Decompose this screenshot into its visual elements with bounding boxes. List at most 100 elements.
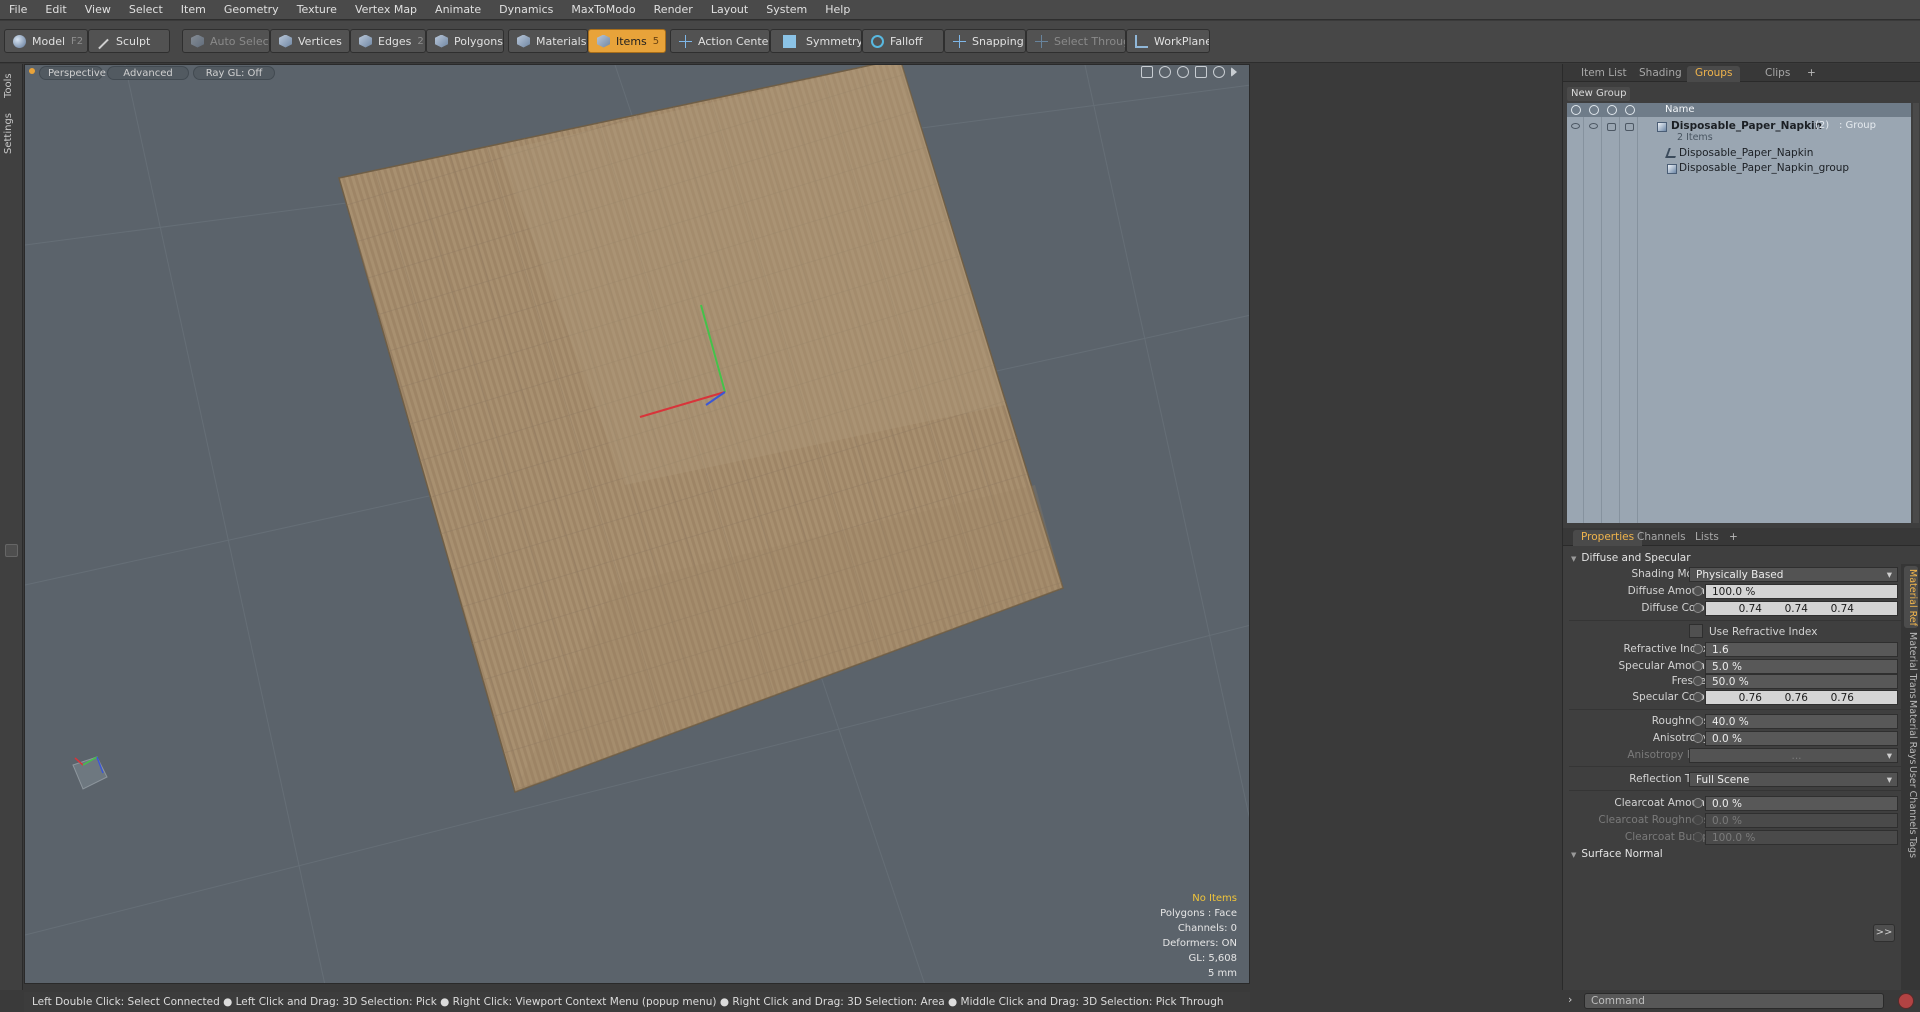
tab-tools[interactable]: Tools (3, 68, 19, 104)
symmetry-button[interactable]: Symmetry (770, 29, 862, 53)
materials-button[interactable]: Materials (508, 29, 588, 53)
shading-model-select[interactable]: Physically Based (1689, 567, 1898, 582)
lock-toggle-icon[interactable] (1607, 123, 1616, 131)
snapping-icon (953, 34, 966, 48)
clearcoat-amount-input[interactable]: 0.0 % (1705, 796, 1898, 811)
menu-item[interactable]: Item (172, 0, 215, 20)
record-button[interactable] (1898, 993, 1914, 1009)
expand-arrow-icon[interactable] (1231, 67, 1237, 77)
viewport-menu-dot[interactable] (29, 68, 35, 74)
pan-icon[interactable] (1141, 66, 1153, 78)
vertices-button[interactable]: Vertices 1 (270, 29, 350, 53)
tab-groups[interactable]: Groups (1687, 66, 1741, 82)
specular-color-anim-dot[interactable] (1693, 692, 1703, 702)
auto-select-label: Auto Select (210, 34, 270, 48)
collapse-toggle[interactable] (5, 544, 18, 557)
visibility-eye-icon[interactable] (1571, 123, 1580, 129)
new-group-button[interactable]: New Group (1567, 87, 1631, 101)
name-column-header[interactable]: Name (1665, 103, 1695, 117)
menu-geometry[interactable]: Geometry (215, 0, 288, 20)
fresnel-anim-dot[interactable] (1693, 676, 1703, 686)
menu-select[interactable]: Select (120, 0, 172, 20)
tab-channels[interactable]: Channels (1629, 530, 1694, 546)
section-surface-normal[interactable]: Surface Normal (1571, 846, 1662, 862)
menu-dynamics[interactable]: Dynamics (490, 0, 562, 20)
menu-system[interactable]: System (757, 0, 816, 20)
polygons-button[interactable]: Polygons (426, 29, 504, 53)
specular-amount-anim-dot[interactable] (1693, 661, 1703, 671)
maximize-icon[interactable] (1195, 66, 1207, 78)
workplane-button[interactable]: WorkPlane (1126, 29, 1210, 53)
reflection-type-select[interactable]: Full Scene (1689, 772, 1898, 787)
refractive-index-anim-dot[interactable] (1693, 644, 1703, 654)
use-refractive-checkbox[interactable] (1689, 624, 1703, 638)
tab-settings[interactable]: Settings (3, 108, 19, 158)
clearcoat-roughness-anim-dot[interactable] (1693, 815, 1703, 825)
menu-view[interactable]: View (76, 0, 120, 20)
anisotropy-input[interactable]: 0.0 % (1705, 731, 1898, 746)
menu-file[interactable]: File (0, 0, 36, 20)
clearcoat-amount-anim-dot[interactable] (1693, 798, 1703, 808)
view-type-button[interactable]: Perspective (39, 66, 106, 80)
tab-shading[interactable]: Shading (1631, 66, 1690, 82)
menu-edit[interactable]: Edit (36, 0, 75, 20)
model-label: Model (32, 34, 66, 48)
side-tab-tags[interactable]: Tags (1904, 834, 1918, 862)
group-row-root[interactable]: Disposable_Paper_Napkin (2) : Group 2 It… (1567, 120, 1911, 146)
falloff-button[interactable]: Falloff (862, 29, 944, 53)
group-child-row[interactable]: Disposable_Paper_Napkin (1567, 147, 1911, 161)
select-through-button[interactable]: Select Through (1026, 29, 1126, 53)
tree-scrollbar[interactable] (1913, 103, 1919, 523)
tab-clips[interactable]: Clips (1757, 66, 1798, 82)
side-tab-material-trans[interactable]: Material Trans (1904, 632, 1918, 699)
section-diffuse-specular[interactable]: Diffuse and Specular (1571, 550, 1690, 566)
side-tab-user-channels[interactable]: User Channels (1904, 766, 1918, 835)
menu-animate[interactable]: Animate (426, 0, 490, 20)
tab-add[interactable]: + (1721, 530, 1746, 546)
zoom-icon[interactable] (1177, 66, 1189, 78)
raygl-toggle[interactable]: Ray GL: Off (193, 66, 275, 80)
tab-item-list[interactable]: Item List (1573, 66, 1635, 82)
clearcoat-roughness-input[interactable]: 0.0 % (1705, 813, 1898, 828)
anisotropy-map-select[interactable]: ... (1689, 748, 1898, 763)
action-center-button[interactable]: Action Center (670, 29, 770, 53)
clearcoat-bump-anim-dot[interactable] (1693, 832, 1703, 842)
refractive-index-input[interactable]: 1.6 (1705, 642, 1898, 657)
specular-color-input[interactable]: 0.76 0.76 0.76 (1705, 690, 1898, 705)
model-mode-button[interactable]: Model F2 (4, 29, 88, 53)
tree-header: Name (1567, 103, 1911, 117)
side-tab-material-rays[interactable]: Material Rays (1904, 700, 1918, 764)
diffuse-amount-anim-dot[interactable] (1693, 586, 1703, 596)
select-toggle-icon[interactable] (1625, 123, 1634, 131)
menu-layout[interactable]: Layout (702, 0, 757, 20)
menu-maxtomodo[interactable]: MaxToModo (562, 0, 644, 20)
clearcoat-bump-input[interactable]: 100.0 % (1705, 830, 1898, 845)
menu-render[interactable]: Render (645, 0, 702, 20)
group-child-row[interactable]: Disposable_Paper_Napkin_group (1567, 162, 1911, 176)
roughness-anim-dot[interactable] (1693, 716, 1703, 726)
3d-viewport[interactable]: Perspective Advanced Ray GL: Off No Item… (24, 64, 1250, 984)
items-button[interactable]: Items 5 (588, 29, 666, 53)
diffuse-color-anim-dot[interactable] (1693, 603, 1703, 613)
sculpt-mode-button[interactable]: Sculpt (88, 29, 170, 53)
diffuse-color-input[interactable]: 0.74 0.74 0.74 (1705, 601, 1898, 616)
fresnel-input[interactable]: 50.0 % (1705, 674, 1898, 689)
menu-vertex-map[interactable]: Vertex Map (346, 0, 426, 20)
rotate-icon[interactable] (1159, 66, 1171, 78)
diffuse-amount-input[interactable]: 100.0 % (1705, 584, 1898, 599)
anisotropy-anim-dot[interactable] (1693, 733, 1703, 743)
menu-help[interactable]: Help (816, 0, 859, 20)
command-input[interactable]: Command (1584, 993, 1884, 1009)
auto-select-button[interactable]: Auto Select (182, 29, 270, 53)
roughness-input[interactable]: 40.0 % (1705, 714, 1898, 729)
snapping-button[interactable]: Snapping (944, 29, 1026, 53)
shading-mode-button[interactable]: Advanced (107, 66, 189, 80)
tab-add[interactable]: + (1799, 66, 1824, 82)
side-tab-material-ref[interactable]: Material Ref (1904, 566, 1918, 628)
menu-texture[interactable]: Texture (288, 0, 346, 20)
expand-button[interactable]: >> (1873, 924, 1895, 942)
render-toggle-icon[interactable] (1589, 123, 1598, 129)
gear-icon[interactable] (1213, 66, 1225, 78)
edges-button[interactable]: Edges 2 (350, 29, 426, 53)
specular-amount-input[interactable]: 5.0 % (1705, 659, 1898, 674)
